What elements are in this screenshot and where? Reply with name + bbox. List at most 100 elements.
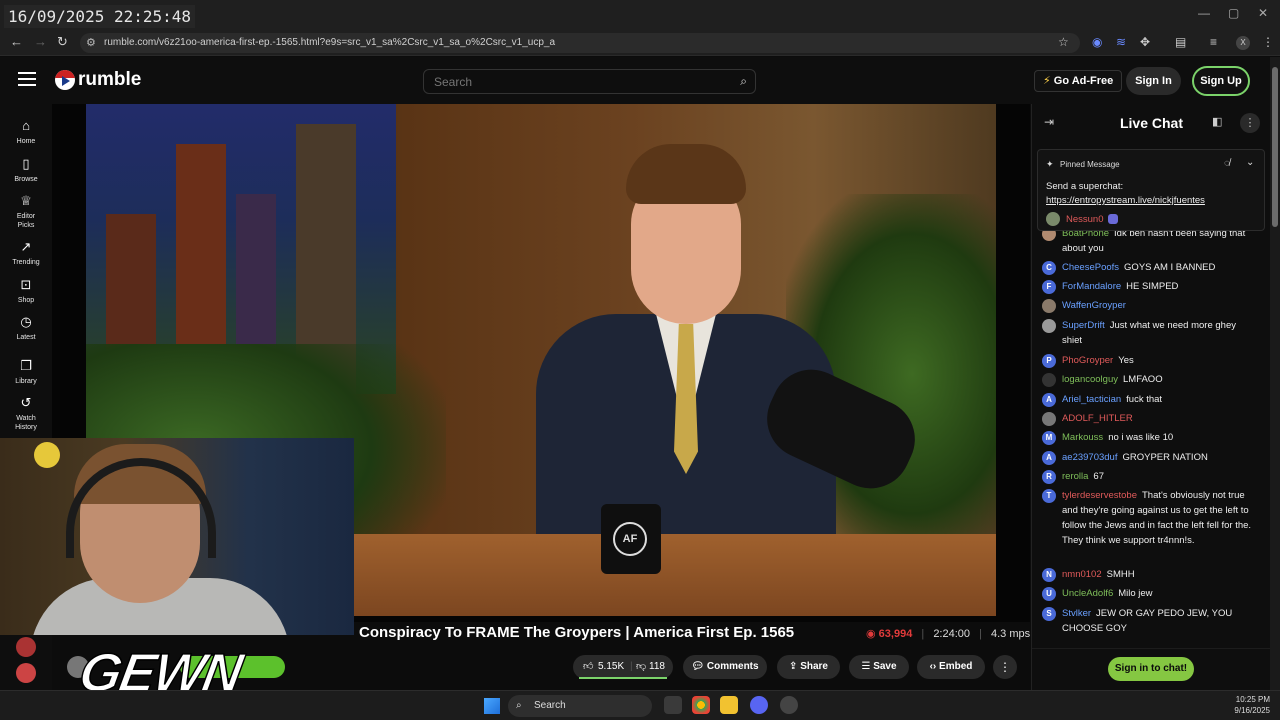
sidebar-item-editor-picks[interactable]: ♕ Editor Picks [0, 193, 52, 230]
browser-menu-icon[interactable]: ⋮ [1262, 35, 1274, 49]
hamburger-menu-icon[interactable] [18, 72, 36, 86]
chat-avatar[interactable] [1042, 319, 1056, 333]
chat-avatar[interactable]: R [1042, 470, 1056, 484]
subscription-avatar[interactable] [16, 663, 36, 683]
sidebar-item-label: Trending [12, 259, 40, 266]
rumble-logo[interactable]: rumble [55, 69, 141, 91]
comment-icon: 💬︎ [691, 661, 705, 672]
chat-username[interactable]: ae239703duf [1062, 452, 1117, 463]
sidebar-item-library[interactable]: ❐ Library [0, 358, 52, 386]
reload-icon[interactable]: ↻ [57, 34, 68, 50]
chat-username[interactable]: logancoolguy [1062, 374, 1118, 385]
chrome-icon[interactable] [692, 696, 710, 714]
chat-avatar[interactable]: T [1042, 489, 1056, 503]
chat-avatar[interactable]: S [1042, 607, 1056, 621]
chat-avatar[interactable]: A [1042, 393, 1056, 407]
taskbar-search[interactable]: ⌕ Search [508, 695, 652, 717]
chat-username[interactable]: CheesePoofs [1062, 262, 1119, 273]
go-ad-free-button[interactable]: ⚡ Go Ad-Free [1034, 70, 1123, 92]
more-options-icon[interactable]: ⋮ [993, 655, 1017, 679]
thumbs-up-icon[interactable]: 👍︎ [583, 655, 593, 679]
chat-message-body: Markouss no i was like 10 [1062, 430, 1254, 445]
bookmark-star-icon[interactable]: ☆ [1058, 35, 1069, 49]
windows-start-icon[interactable] [484, 698, 500, 714]
chat-avatar[interactable]: N [1042, 568, 1056, 582]
pinned-author[interactable]: Nessun0 [1046, 212, 1118, 226]
chat-message-body: UncleAdolf6 Milo jew [1062, 586, 1254, 601]
sidebar-item-home[interactable]: ⌂ Home [0, 118, 52, 146]
save-button[interactable]: ☰ Save [849, 655, 909, 679]
chat-avatar[interactable]: A [1042, 451, 1056, 465]
chat-avatar[interactable]: F [1042, 280, 1056, 294]
chat-avatar[interactable] [1042, 412, 1056, 426]
chat-avatar[interactable]: M [1042, 431, 1056, 445]
rumble-logo-icon [55, 70, 75, 90]
search-input[interactable] [424, 70, 714, 93]
chat-username[interactable]: WaffenGroyper [1062, 300, 1126, 311]
shop-icon: ⊡ [20, 277, 32, 292]
dislike-count[interactable]: 118 [649, 655, 665, 679]
share-button[interactable]: ⇪ Share [777, 655, 840, 679]
like-count[interactable]: 5.15K [598, 655, 624, 679]
extension-icon[interactable]: ◉ [1092, 35, 1102, 49]
chat-text: HE SIMPED [1126, 281, 1179, 292]
search-icon[interactable]: ⌕ [740, 74, 747, 89]
sign-in-button[interactable]: Sign In [1126, 67, 1181, 95]
app-icon[interactable] [780, 696, 798, 714]
sidebar-item-trending[interactable]: ↗ Trending [0, 239, 52, 267]
sign-in-to-chat-button[interactable]: Sign in to chat! [1108, 657, 1194, 681]
live-viewer-count: 63,994 [878, 628, 913, 640]
media-icon[interactable]: ≡ [1210, 35, 1217, 49]
chat-mode-icon[interactable]: ◧ [1212, 115, 1222, 128]
chat-username[interactable]: Stvlker [1062, 608, 1091, 619]
chevron-down-icon[interactable]: ⌄ [1246, 157, 1254, 168]
maximize-icon[interactable]: ▢ [1228, 6, 1239, 20]
chat-menu-icon[interactable]: ⋮ [1240, 113, 1260, 133]
chat-avatar[interactable]: U [1042, 587, 1056, 601]
chat-username[interactable]: SuperDrift [1062, 320, 1105, 331]
audio-icon[interactable]: ≋ [1116, 35, 1126, 49]
sidebar-item-label: Latest [16, 334, 36, 341]
extensions-puzzle-icon[interactable]: ✥ [1140, 35, 1150, 49]
discord-icon[interactable] [750, 696, 768, 714]
chat-message-body: CheesePoofs GOYS AM I BANNED [1062, 260, 1254, 275]
chat-avatar[interactable]: C [1042, 261, 1056, 275]
thumbs-down-icon[interactable]: 👎︎ [636, 655, 646, 679]
chat-username[interactable]: ADOLF_HITLER [1062, 413, 1133, 424]
sidebar-toggle-icon[interactable]: ▤ [1175, 35, 1186, 49]
file-explorer-icon[interactable] [720, 696, 738, 714]
taskbar-clock[interactable]: 10:25 PM 9/16/2025 [1222, 694, 1270, 716]
chat-username[interactable]: ForMandalore [1062, 281, 1121, 292]
subscription-avatar[interactable] [16, 637, 36, 657]
chat-message-body: rerolla 67 [1062, 469, 1254, 484]
chat-avatar[interactable] [1042, 299, 1056, 313]
chat-username[interactable]: nmn0102 [1062, 569, 1102, 580]
task-view-icon[interactable] [664, 696, 682, 714]
scroll-thumb[interactable] [1272, 67, 1278, 227]
sidebar-item-browse[interactable]: ▯ Browse [0, 156, 52, 184]
close-window-icon[interactable]: ✕ [1258, 6, 1268, 20]
sidebar-item-latest[interactable]: ◷ Latest [0, 314, 52, 342]
chat-username[interactable]: rerolla [1062, 471, 1088, 482]
site-info-icon[interactable]: ⚙ [86, 33, 96, 53]
sign-up-button[interactable]: Sign Up [1192, 66, 1250, 96]
chat-username[interactable]: PhoGroyper [1062, 355, 1113, 366]
sidebar-item-watch-history[interactable]: ↺ Watch History [0, 395, 52, 432]
comments-button[interactable]: 💬︎ Comments [683, 655, 767, 679]
chat-username[interactable]: Markouss [1062, 432, 1103, 443]
chat-username[interactable]: UncleAdolf6 [1062, 588, 1113, 599]
chat-avatar[interactable] [1042, 373, 1056, 387]
url-field[interactable]: ⚙ rumble.com/v6z21oo-america-first-ep.-1… [80, 33, 1080, 53]
chat-avatar[interactable]: P [1042, 354, 1056, 368]
forward-icon[interactable]: → [34, 34, 47, 49]
superchat-link[interactable]: https://entropystream.live/nickjfuentes [1046, 195, 1205, 206]
profile-avatar[interactable]: X [1236, 36, 1250, 50]
back-icon[interactable]: ← [10, 34, 23, 49]
embed-button[interactable]: ‹› Embed [917, 655, 985, 679]
minimize-icon[interactable]: — [1198, 6, 1210, 20]
sidebar-item-shop[interactable]: ⊡ Shop [0, 277, 52, 305]
page-scrollbar[interactable] [1270, 57, 1280, 690]
chat-username[interactable]: tylerdeservestobe [1062, 490, 1137, 501]
chat-username[interactable]: Ariel_tactician [1062, 394, 1121, 405]
hide-pinned-icon[interactable]: ◌̸ [1224, 158, 1230, 169]
